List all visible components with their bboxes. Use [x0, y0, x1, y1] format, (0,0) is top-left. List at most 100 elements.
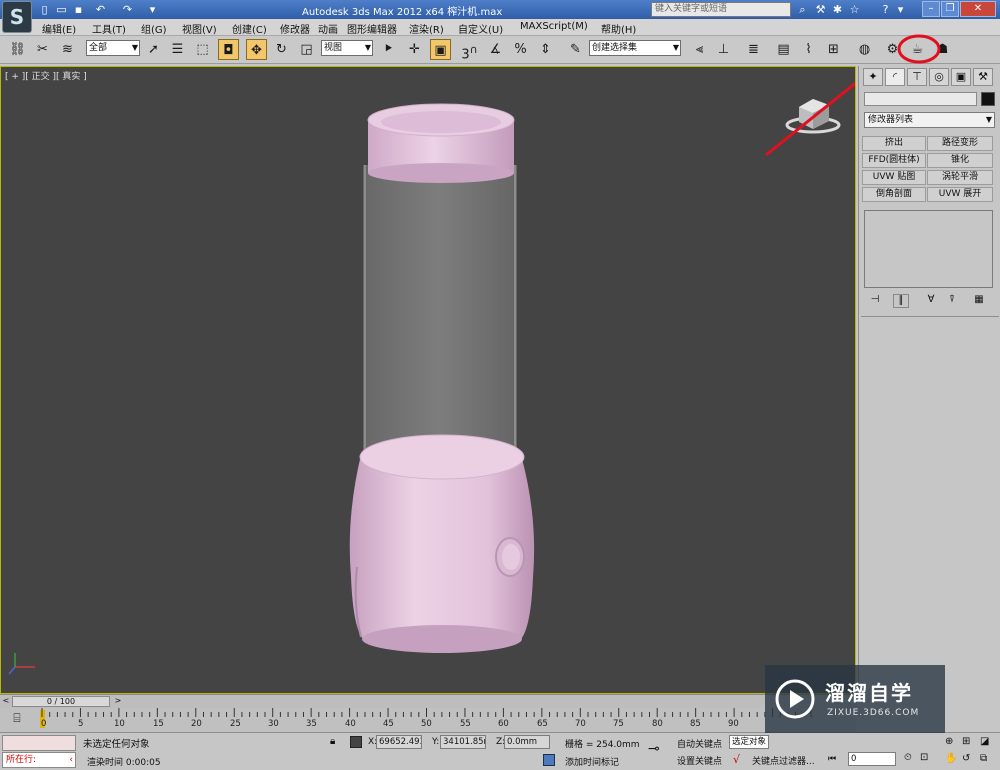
show-end-result-icon[interactable]: ∥	[893, 294, 909, 308]
menu-rendering[interactable]: 渲染(R)	[409, 21, 444, 36]
menu-maxscript[interactable]: MAXScript(M)	[520, 21, 588, 32]
percent-snap-icon[interactable]: %	[510, 39, 531, 60]
orbit-icon[interactable]: ↺	[962, 753, 970, 764]
angle-snap-icon[interactable]: ∡	[485, 39, 506, 60]
go-to-start-icon[interactable]: ⏮	[828, 754, 836, 764]
select-object-icon[interactable]: ➚	[143, 39, 164, 60]
minimize-button[interactable]: –	[922, 1, 940, 17]
modifier-path-deform-button[interactable]: 路径变形	[927, 136, 993, 151]
align-icon[interactable]: ⊥	[713, 39, 734, 60]
menu-modifiers[interactable]: 修改器	[280, 21, 310, 36]
select-and-rotate-icon[interactable]: ↻	[271, 39, 292, 60]
display-tab-icon[interactable]: ▣	[951, 68, 971, 86]
undo-icon[interactable]: ↶	[93, 2, 108, 17]
pin-stack-icon[interactable]: ⊣	[867, 294, 883, 308]
binoculars-icon[interactable]: ⌕	[795, 2, 810, 17]
z-coord-field[interactable]: 0.0mm	[504, 735, 550, 749]
menu-tools[interactable]: 工具(T)	[92, 21, 126, 36]
menu-create[interactable]: 创建(C)	[232, 21, 267, 36]
zoom-all-icon[interactable]: ⊞	[962, 736, 970, 747]
rectangular-selection-icon[interactable]: ⬚	[192, 39, 213, 60]
add-time-tag-text[interactable]: 添加时间标记	[565, 755, 619, 768]
key-mode-dropdown[interactable]: 选定对象	[729, 735, 769, 749]
keyboard-shortcut-override-icon[interactable]: ▣	[430, 39, 451, 60]
modifier-turbosmooth-button[interactable]: 涡轮平滑	[927, 170, 993, 185]
modifier-unwrap-uvw-button[interactable]: UVW 展开	[927, 187, 993, 202]
auto-key-button[interactable]: 自动关键点	[677, 737, 722, 750]
time-config-icon[interactable]: ⏲	[904, 752, 912, 763]
utilities-tab-icon[interactable]: ⚒	[973, 68, 993, 86]
schematic-view-icon[interactable]: ⊞	[823, 39, 844, 60]
curve-editor-icon[interactable]: ⌇	[798, 39, 819, 60]
subscription-icon[interactable]: ⚒	[813, 2, 828, 17]
help-dropdown-icon[interactable]: ▾	[893, 2, 908, 17]
bind-space-warp-icon[interactable]: ≋	[57, 39, 78, 60]
slider-right-arrow-icon[interactable]: >	[112, 696, 124, 707]
lock-selection-icon[interactable]: 🔒︎	[330, 736, 335, 747]
absolute-mode-icon[interactable]	[350, 736, 362, 748]
spinner-snap-icon[interactable]: ⇕	[535, 39, 556, 60]
menu-help[interactable]: 帮助(H)	[601, 21, 636, 36]
communication-icon[interactable]: ✱	[830, 2, 845, 17]
modifier-ffd-cyl-button[interactable]: FFD(圆柱体)	[862, 153, 926, 168]
mirror-icon[interactable]: ⫷	[689, 39, 710, 60]
x-coord-field[interactable]: 69652.493	[376, 735, 422, 749]
zoom-icon[interactable]: ⊕	[945, 736, 953, 747]
redo-icon[interactable]: ↷	[120, 2, 135, 17]
time-tag-icon[interactable]	[543, 754, 555, 766]
modifier-bevel-profile-button[interactable]: 倒角剖面	[862, 187, 926, 202]
modifier-taper-button[interactable]: 锥化	[927, 153, 993, 168]
motion-tab-icon[interactable]: ◎	[929, 68, 949, 86]
menu-edit[interactable]: 编辑(E)	[42, 21, 76, 36]
material-editor-icon[interactable]: ◍	[854, 39, 875, 60]
maximize-viewport-icon[interactable]: ⧉	[980, 753, 987, 764]
open-file-icon[interactable]: ▭	[54, 2, 69, 17]
create-tab-icon[interactable]: ✦	[863, 68, 883, 86]
modifier-uvw-map-button[interactable]: UVW 贴图	[862, 170, 926, 185]
time-slider[interactable]: < 0 / 100 >	[0, 694, 856, 708]
modifier-list-dropdown[interactable]: 修改器列表 ▼	[864, 112, 995, 128]
configure-modifier-sets-icon[interactable]: ▦	[971, 294, 987, 308]
menu-views[interactable]: 视图(V)	[182, 21, 217, 36]
pan-view-icon[interactable]: ✋	[945, 753, 957, 764]
layer-manager-icon[interactable]: ≣	[743, 39, 764, 60]
help-icon[interactable]: ?	[878, 2, 893, 17]
current-frame-field[interactable]: 0	[848, 752, 896, 766]
perspective-viewport[interactable]: [ + ][ 正交 ][ 真实 ]	[0, 66, 856, 694]
hierarchy-tab-icon[interactable]: ⊤	[907, 68, 927, 86]
modifier-stack-list[interactable]	[864, 210, 993, 288]
key-filters-button[interactable]: 关键点过滤器...	[752, 754, 815, 767]
graphite-ribbon-icon[interactable]: ▤	[773, 39, 794, 60]
named-selection-dropdown[interactable]: 创建选择集 ▼	[589, 40, 681, 56]
object-name-field[interactable]	[864, 92, 977, 106]
restore-button[interactable]: ❐	[941, 1, 959, 17]
field-of-view-icon[interactable]: ◪	[980, 736, 989, 747]
selection-filter-dropdown[interactable]: 全部 ▼	[86, 40, 140, 56]
app-logo-icon[interactable]: S	[2, 1, 32, 33]
modify-tab-icon[interactable]: ◜	[885, 68, 905, 86]
window-crossing-icon[interactable]: ◘	[218, 39, 239, 60]
close-button[interactable]: ✕	[960, 1, 996, 17]
new-file-icon[interactable]: ▯	[37, 2, 52, 17]
track-bar[interactable]: ⌸ 0 5 10 15 20 25 30 35 40 45 50 55 60 6…	[0, 708, 856, 732]
maxscript-line-field[interactable]: 所在行: ‹	[2, 752, 76, 768]
modifier-extrude-button[interactable]: 挤出	[862, 136, 926, 151]
edit-named-selection-icon[interactable]: ✎	[565, 39, 586, 60]
set-key-icon[interactable]: ⊸	[648, 741, 660, 757]
menu-customize[interactable]: 自定义(U)	[458, 21, 503, 36]
pivot-center-icon[interactable]: ⯈	[378, 39, 399, 60]
select-and-link-icon[interactable]: ⛓	[7, 39, 28, 60]
remove-modifier-icon[interactable]: ⍒	[944, 294, 960, 308]
maxscript-listener-mini[interactable]	[2, 735, 76, 751]
set-key-button[interactable]: 设置关键点	[677, 754, 722, 767]
select-manipulate-icon[interactable]: ✛	[404, 39, 425, 60]
snaps-toggle-icon[interactable]: 3∩	[459, 39, 480, 62]
time-slider-thumb[interactable]: 0 / 100	[12, 696, 110, 707]
key-filter-icon[interactable]: √	[733, 753, 740, 766]
select-by-name-icon[interactable]: ☰	[167, 39, 188, 60]
mini-curve-editor-icon[interactable]: ⌸	[6, 711, 28, 729]
object-color-swatch[interactable]	[981, 92, 995, 106]
save-icon[interactable]: ▪	[71, 2, 86, 17]
quick-access-dropdown-icon[interactable]: ▾	[145, 2, 160, 17]
menu-graph-editors[interactable]: 图形编辑器	[347, 21, 397, 36]
